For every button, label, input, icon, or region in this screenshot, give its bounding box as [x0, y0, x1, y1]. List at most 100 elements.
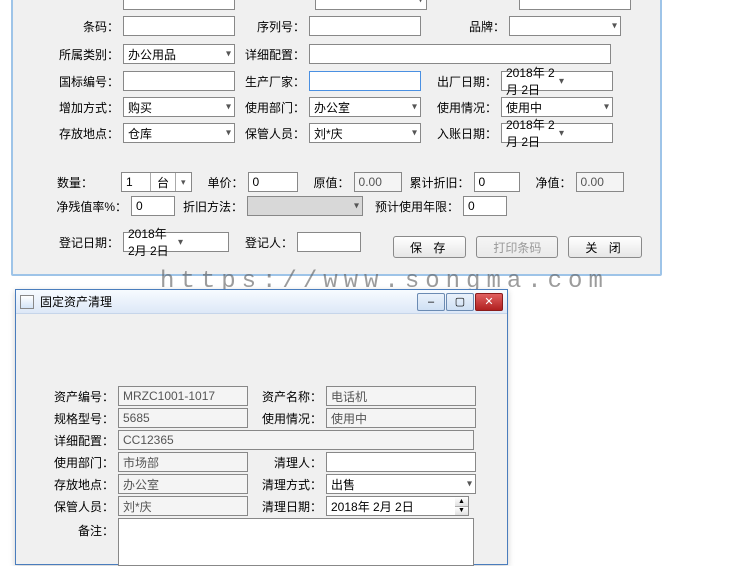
- national-code-label: 国标编号：: [13, 73, 119, 90]
- brand-label: 品牌：: [449, 18, 505, 35]
- input-top-cut3[interactable]: [519, 0, 631, 10]
- chevron-up-icon[interactable]: ▲: [455, 497, 468, 507]
- orig-input: [354, 172, 402, 192]
- chevron-down-icon: ▾: [175, 173, 191, 191]
- category-select[interactable]: [123, 44, 235, 64]
- dept-select-wrap: [309, 97, 421, 117]
- remark-label: 备注：: [16, 518, 114, 539]
- handler-input[interactable]: [326, 452, 476, 472]
- dispose-method-select-wrap: [326, 474, 476, 494]
- book-date-value: 2018年 2月 2日: [506, 116, 555, 150]
- category-label: 所属类别：: [13, 46, 119, 63]
- spec-input: [118, 408, 248, 428]
- registrar-input[interactable]: [297, 232, 361, 252]
- status-select-wrap: [501, 97, 613, 117]
- qty-value: 1: [122, 173, 150, 191]
- manufacturer-input[interactable]: [309, 71, 421, 91]
- est-years-label: 预计使用年限：: [371, 198, 459, 215]
- add-method-label: 增加方式：: [13, 99, 119, 116]
- book-date-label: 入账日期：: [437, 125, 497, 142]
- handler-label: 清理人：: [254, 454, 322, 471]
- book-date-picker[interactable]: 2018年 2月 2日 ▾: [501, 123, 613, 143]
- app-icon: [20, 295, 34, 309]
- add-method-select-wrap: [123, 97, 235, 117]
- barcode-label: 条码：: [13, 18, 119, 35]
- dispose-date-value: 2018年 2月 2日: [331, 498, 451, 515]
- factory-date-label: 出厂日期：: [437, 73, 497, 90]
- w2-custodian-label: 保管人员：: [16, 498, 114, 515]
- depr-method-select[interactable]: [247, 196, 363, 216]
- detail-label: 详细配置：: [245, 46, 305, 63]
- depr-sum-label: 累计折旧：: [410, 174, 470, 191]
- reg-date-label: 登记日期：: [13, 234, 119, 251]
- manufacturer-label: 生产厂家：: [245, 73, 305, 90]
- w2-status-label: 使用情况：: [254, 410, 322, 427]
- detail-input[interactable]: [309, 44, 611, 64]
- w2-location-label: 存放地点：: [16, 476, 114, 493]
- dispose-date-label: 清理日期：: [254, 498, 322, 515]
- est-years-input[interactable]: [463, 196, 507, 216]
- asset-name-input: [326, 386, 476, 406]
- residual-input[interactable]: [131, 196, 175, 216]
- asset-no-label: 资产编号：: [16, 388, 114, 405]
- date-stepper[interactable]: ▲ ▼: [455, 496, 469, 516]
- category-select-wrap: [123, 44, 235, 64]
- dispose-method-select[interactable]: [326, 474, 476, 494]
- price-input[interactable]: [248, 172, 298, 192]
- close-button[interactable]: 关 闭: [568, 236, 641, 258]
- w2-detail-input: [118, 430, 474, 450]
- w2-location-input: [118, 474, 248, 494]
- reg-date-value: 2018年 2月 2日: [128, 225, 174, 259]
- spec-label: 规格型号：: [16, 410, 114, 427]
- titlebar[interactable]: 固定资产清理 – ▢ ✕: [16, 290, 507, 314]
- dept-label: 使用部门：: [245, 99, 305, 116]
- location-select[interactable]: [123, 123, 235, 143]
- price-label: 单价：: [200, 174, 244, 191]
- registrar-label: 登记人：: [237, 234, 293, 251]
- minimize-button[interactable]: –: [417, 293, 445, 311]
- orig-label: 原值：: [306, 174, 350, 191]
- location-label: 存放地点：: [13, 125, 119, 142]
- factory-date-picker[interactable]: 2018年 2月 2日 ▾: [501, 71, 613, 91]
- print-barcode-button[interactable]: 打印条码: [476, 236, 558, 258]
- status-label: 使用情况：: [437, 99, 497, 116]
- chevron-down-icon: ▾: [178, 237, 224, 248]
- national-code-input[interactable]: [123, 71, 235, 91]
- seq-input[interactable]: [309, 16, 421, 36]
- select-top-cut2-wrap: [315, 0, 427, 10]
- custodian-label: 保管人员：: [245, 125, 305, 142]
- w2-detail-label: 详细配置：: [16, 432, 114, 449]
- depr-method-select-wrap: [247, 196, 363, 216]
- depr-method-label: 折旧方法：: [183, 198, 243, 215]
- reg-date-picker[interactable]: 2018年 2月 2日 ▾: [123, 232, 229, 252]
- asset-name-label: 资产名称：: [254, 388, 322, 405]
- remark-textarea[interactable]: [118, 518, 474, 566]
- input-top-cut1[interactable]: [123, 0, 235, 10]
- chevron-down-icon[interactable]: ▼: [455, 507, 468, 516]
- net-label: 净值：: [528, 174, 572, 191]
- maximize-button[interactable]: ▢: [446, 293, 474, 311]
- add-method-select[interactable]: [123, 97, 235, 117]
- qty-stepper[interactable]: 1 台 ▾: [121, 172, 192, 192]
- close-window-button[interactable]: ✕: [475, 293, 503, 311]
- w2-status-input: [326, 408, 476, 428]
- residual-label: 净残值率%：: [13, 198, 127, 215]
- seq-label: 序列号：: [245, 18, 305, 35]
- w2-custodian-input: [118, 496, 248, 516]
- brand-select[interactable]: [509, 16, 621, 36]
- w2-dept-label: 使用部门：: [16, 454, 114, 471]
- select-top-cut2[interactable]: [315, 0, 427, 10]
- dispose-method-label: 清理方式：: [254, 476, 322, 493]
- dept-select[interactable]: [309, 97, 421, 117]
- brand-select-wrap: [509, 16, 621, 36]
- asset-register-panel: 条码： 序列号： 品牌： 所属类别： 详细配置： 国标编号： 生产厂家： 出厂日…: [11, 0, 662, 276]
- net-input: [576, 172, 624, 192]
- save-button[interactable]: 保 存: [393, 236, 466, 258]
- dispose-date-picker[interactable]: 2018年 2月 2日: [326, 496, 456, 516]
- barcode-input[interactable]: [123, 16, 235, 36]
- custodian-select[interactable]: [309, 123, 421, 143]
- w2-dept-input: [118, 452, 248, 472]
- qty-label: 数量：: [13, 174, 93, 191]
- depr-sum-input[interactable]: [474, 172, 520, 192]
- status-select[interactable]: [501, 97, 613, 117]
